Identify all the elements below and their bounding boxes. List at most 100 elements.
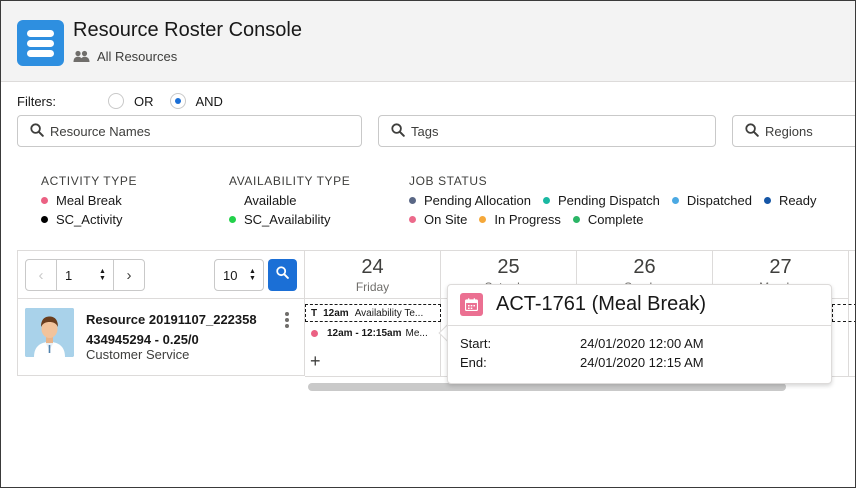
event-label: Availability Te... [354, 307, 424, 319]
status-dot [229, 216, 236, 223]
status-dot [542, 197, 550, 204]
tags-search[interactable]: Tags [378, 115, 716, 147]
legend-label: Available [244, 193, 297, 208]
resource-name[interactable]: Resource 20191107_222358 434945294 - 0.2… [86, 310, 276, 350]
legend-label: Dispatched [686, 193, 752, 208]
filter-mode: Filters: OR AND [17, 93, 223, 109]
subtitle-label: All Resources [97, 49, 178, 64]
add-icon[interactable]: + [310, 352, 321, 370]
legend-label: Ready [778, 193, 817, 208]
end-label: End: [460, 355, 487, 370]
meal-break-event[interactable]: 12am - 12:15am Me... [311, 328, 439, 339]
status-dot [409, 216, 416, 223]
legend-item: Available [229, 191, 350, 210]
page-size-value: 10 [223, 267, 238, 283]
regions-search[interactable]: Regions [732, 115, 855, 147]
pager: ‹ 1 ▲ ▼ › [25, 259, 145, 291]
page-value: 1 [65, 267, 73, 283]
day-number: 27 [769, 256, 792, 278]
legend-job-status: JOB STATUS Pending Allocation Pending Di… [409, 174, 817, 229]
event-popover: ACT-1761 (Meal Break) Start: 24/01/2020 … [447, 284, 832, 384]
more-actions-icon[interactable] [285, 312, 289, 330]
status-dot [229, 197, 236, 204]
legend-item: SC_Availability [229, 210, 350, 229]
prev-page-button[interactable]: ‹ [26, 260, 56, 290]
legend-item: Meal Break [41, 191, 137, 210]
app-logo-icon [17, 20, 64, 66]
radio-or-label: OR [134, 93, 154, 109]
legend-label: Pending Dispatch [557, 193, 660, 208]
status-dot [409, 197, 416, 204]
end-value: 24/01/2020 12:15 AM [580, 355, 704, 370]
legend-label: Complete [587, 212, 644, 227]
page-input[interactable]: 1 ▲ ▼ [56, 260, 114, 290]
avatar [25, 308, 74, 357]
calendar-icon [460, 293, 483, 316]
app-frame: Resource Roster Console All Resources Fi… [0, 0, 856, 488]
resource-names-placeholder: Resource Names [50, 123, 151, 139]
legend-label: On Site [424, 212, 468, 227]
legend-item: SC_Activity [41, 210, 137, 229]
event-time: 12am [323, 307, 349, 319]
search-icon [745, 122, 759, 140]
popover-divider [448, 325, 831, 326]
search-icon [276, 266, 289, 284]
day-number: 24 [361, 256, 384, 278]
next-page-button[interactable]: › [114, 260, 144, 290]
resource-role: Customer Service [86, 347, 190, 362]
legend-label: Pending Allocation [424, 193, 531, 208]
row-divider [17, 298, 305, 299]
event-time: 12am - 12:15am [327, 328, 402, 339]
search-icon [391, 122, 405, 140]
day-number: 25 [497, 256, 520, 278]
status-dot [311, 330, 318, 337]
status-dot [479, 216, 487, 223]
legend-title: ACTIVITY TYPE [41, 174, 138, 188]
legend-label: In Progress [494, 212, 561, 227]
legend-row: Pending Allocation Pending Dispatch Disp… [409, 191, 817, 210]
chevron-right-icon: › [126, 266, 132, 284]
status-dot [763, 197, 771, 204]
chevron-left-icon: ‹ [38, 266, 44, 284]
start-label: Start: [460, 336, 492, 351]
event-label: Me... [405, 328, 428, 339]
view-selector[interactable]: All Resources [73, 49, 177, 64]
spinner-icon[interactable]: ▲ ▼ [99, 268, 107, 282]
legend-row: On Site In Progress Complete [409, 210, 817, 229]
status-dot [572, 216, 580, 223]
tags-placeholder: Tags [411, 123, 439, 139]
radio-and[interactable] [169, 93, 186, 109]
radio-and-label: AND [195, 93, 223, 109]
legend-title: JOB STATUS [409, 174, 488, 188]
status-dot [41, 197, 48, 204]
search-icon [30, 122, 44, 140]
status-dot [41, 216, 48, 223]
popover-end-row: End: 24/01/2020 12:15 AM [460, 355, 704, 370]
legend-label: SC_Availability [244, 212, 331, 227]
event-marker: T [311, 307, 318, 319]
horizontal-scrollbar[interactable] [308, 383, 786, 391]
filters-label: Filters: [17, 93, 56, 109]
availability-event[interactable]: T 12am Availability Te... [305, 304, 441, 322]
legend-label: SC_Activity [56, 212, 123, 227]
status-dot [671, 197, 679, 204]
page-title: Resource Roster Console [73, 19, 302, 41]
legend-title: AVAILABILITY TYPE [229, 174, 351, 188]
availability-event-continued[interactable] [832, 304, 855, 322]
popover-start-row: Start: 24/01/2020 12:00 AM [460, 336, 704, 351]
day-name: Friday [355, 280, 390, 294]
day-number: 26 [633, 256, 656, 278]
people-icon [73, 50, 90, 63]
day-header: 24 Friday [305, 251, 441, 298]
page-header: Resource Roster Console All Resources [1, 1, 855, 82]
popover-title[interactable]: ACT-1761 (Meal Break) [496, 293, 706, 316]
page-size-input[interactable]: 10 ▲ ▼ [214, 259, 264, 291]
spinner-icon[interactable]: ▲ ▼ [249, 268, 257, 282]
radio-or[interactable] [108, 93, 124, 109]
legend-activity-type: ACTIVITY TYPE Meal Break SC_Activity [41, 174, 137, 229]
resource-names-search[interactable]: Resource Names [17, 115, 362, 147]
regions-placeholder: Regions [765, 123, 813, 139]
legend-label: Meal Break [56, 193, 122, 208]
start-value: 24/01/2020 12:00 AM [580, 336, 704, 351]
search-button[interactable] [268, 259, 297, 291]
